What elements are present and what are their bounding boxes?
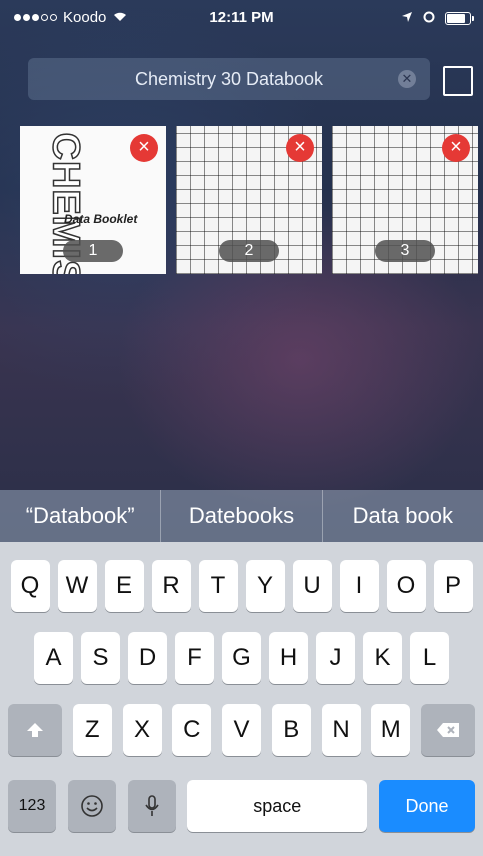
emoji-key[interactable] <box>67 780 116 832</box>
key-n[interactable]: N <box>321 704 361 756</box>
key-h[interactable]: H <box>269 632 308 684</box>
key-j[interactable]: J <box>316 632 355 684</box>
page-number-3: 3 <box>375 240 435 262</box>
key-l[interactable]: L <box>410 632 449 684</box>
key-e[interactable]: E <box>104 560 144 612</box>
battery-icon <box>445 12 474 25</box>
search-field[interactable]: Chemistry 30 Databook ✕ <box>28 58 430 100</box>
remove-page-1-icon[interactable]: × <box>130 134 158 162</box>
suggestion-3[interactable]: Data book <box>323 490 483 542</box>
remove-page-2-icon[interactable]: × <box>286 134 314 162</box>
key-y[interactable]: Y <box>245 560 285 612</box>
key-m[interactable]: M <box>371 704 411 756</box>
status-bar: Koodo 12:11 PM <box>0 0 483 36</box>
suggestion-1[interactable]: “Databook” <box>0 490 162 542</box>
key-z[interactable]: Z <box>72 704 112 756</box>
key-f[interactable]: F <box>175 632 214 684</box>
cover-subtitle: Data Booklet <box>64 212 138 226</box>
space-key[interactable]: space <box>187 780 368 832</box>
keyboard-row-3: Z X C V B N M <box>0 704 483 756</box>
key-u[interactable]: U <box>292 560 332 612</box>
key-a[interactable]: A <box>34 632 73 684</box>
key-r[interactable]: R <box>151 560 191 612</box>
key-x[interactable]: X <box>122 704 162 756</box>
done-key[interactable]: Done <box>379 780 475 832</box>
location-icon <box>401 10 413 27</box>
clear-icon[interactable]: ✕ <box>398 70 416 88</box>
delete-key[interactable] <box>421 704 475 756</box>
key-o[interactable]: O <box>386 560 426 612</box>
key-t[interactable]: T <box>198 560 238 612</box>
key-d[interactable]: D <box>128 632 167 684</box>
key-v[interactable]: V <box>222 704 261 756</box>
status-right <box>401 10 474 27</box>
key-c[interactable]: C <box>172 704 212 756</box>
page-number-1: 1 <box>63 240 123 262</box>
keyboard-row-4: 123 space Done <box>0 780 483 832</box>
microphone-icon <box>144 795 159 816</box>
key-q[interactable]: Q <box>10 560 50 612</box>
autocorrect-bar: “Databook” Datebooks Data book <box>0 490 483 542</box>
thumbnail-page-1[interactable]: CHEMISTRY Data Booklet × 1 <box>20 126 166 274</box>
page-number-2: 2 <box>219 240 279 262</box>
key-s[interactable]: S <box>81 632 120 684</box>
key-i[interactable]: I <box>339 560 379 612</box>
emoji-icon <box>80 795 103 817</box>
page-thumbnails: CHEMISTRY Data Booklet × 1 × 2 × 3 <box>20 126 478 274</box>
keyboard-row-2: A S D F G H J K L <box>0 632 483 684</box>
key-g[interactable]: G <box>222 632 261 684</box>
key-k[interactable]: K <box>363 632 402 684</box>
key-w[interactable]: W <box>57 560 97 612</box>
suggestion-2[interactable]: Datebooks <box>161 490 323 542</box>
key-b[interactable]: B <box>271 704 311 756</box>
search-input[interactable]: Chemistry 30 Databook <box>135 69 323 90</box>
select-square-button[interactable] <box>443 66 473 96</box>
thumbnail-page-3[interactable]: × 3 <box>332 126 478 274</box>
shift-key[interactable] <box>8 704 62 756</box>
numbers-key[interactable]: 123 <box>8 780 56 832</box>
backspace-icon <box>437 723 459 737</box>
remove-page-3-icon[interactable]: × <box>442 134 470 162</box>
dictation-key[interactable] <box>127 780 176 832</box>
keyboard-row-1: Q W E R T Y U I O P <box>0 560 483 612</box>
shift-icon <box>27 723 43 737</box>
key-p[interactable]: P <box>433 560 473 612</box>
alarm-icon <box>423 10 435 27</box>
keyboard: Q W E R T Y U I O P A S D F G H J K L Z … <box>0 542 483 856</box>
thumbnail-page-2[interactable]: × 2 <box>176 126 322 274</box>
